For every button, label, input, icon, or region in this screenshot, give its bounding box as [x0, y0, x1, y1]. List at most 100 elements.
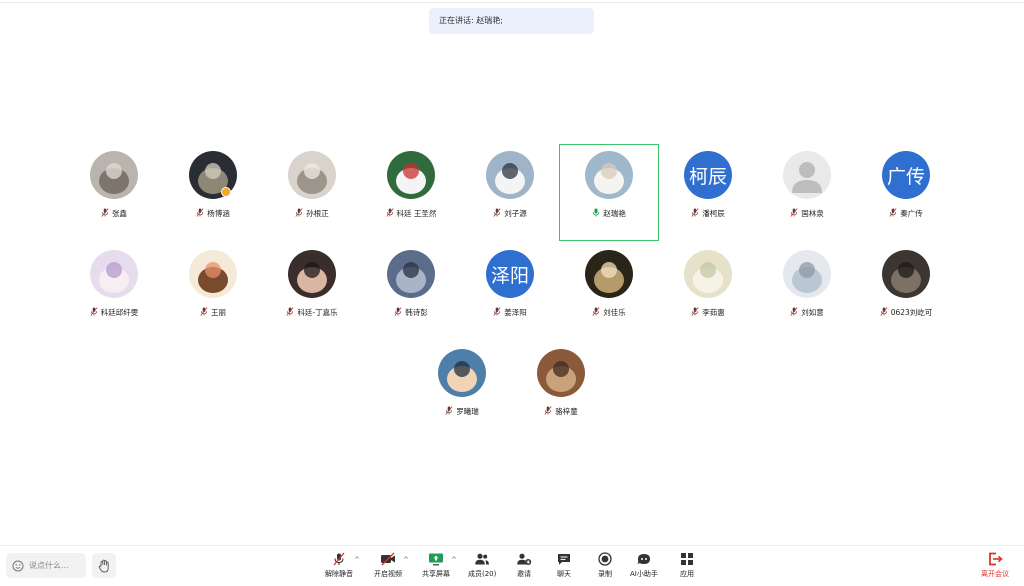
avatar — [585, 151, 633, 199]
participant-tile[interactable]: 王丽 — [163, 244, 263, 344]
participant-name: 李茹惠 — [702, 308, 725, 317]
participant-tile[interactable]: 孙根正 — [262, 145, 362, 245]
participant-name: 赵瑞艳 — [603, 209, 626, 218]
avatar — [537, 349, 585, 397]
participant-name-row: 秦广传 — [889, 208, 923, 219]
mic-muted-icon — [200, 307, 208, 318]
avatar — [486, 151, 534, 199]
participant-tile[interactable]: 罗曦瑞 — [412, 343, 512, 443]
avatar: 柯辰 — [684, 151, 732, 199]
participant-name-row: 国林泉 — [790, 208, 824, 219]
avatar — [387, 250, 435, 298]
participant-tile[interactable]: 韩诗彭 — [361, 244, 461, 344]
participant-name: 杨博涵 — [207, 209, 230, 218]
participant-name: 罗曦瑞 — [456, 407, 479, 416]
record-button[interactable]: 录制 — [597, 552, 613, 582]
participant-tile[interactable]: 科廷-丁嘉乐 — [262, 244, 362, 344]
invite-button[interactable]: 邀请 — [516, 552, 532, 582]
mic-muted-icon — [295, 208, 303, 219]
participant-name-row: 科廷-丁嘉乐 — [286, 307, 338, 318]
avatar — [288, 151, 336, 199]
avatar — [783, 151, 831, 199]
avatar — [387, 151, 435, 199]
avatar — [189, 250, 237, 298]
apps-button[interactable]: 应用 — [679, 552, 695, 582]
mic-off-icon — [331, 552, 347, 566]
participant-tile[interactable]: 科廷 王圣然 — [361, 145, 461, 245]
participant-name-row: 科廷 王圣然 — [385, 208, 437, 219]
participant-name: 科廷 王圣然 — [396, 209, 437, 218]
avatar — [882, 250, 930, 298]
participant-name-row: 李茹惠 — [691, 307, 725, 318]
mic-muted-icon — [445, 406, 453, 417]
participant-name: 秦广传 — [900, 209, 923, 218]
participant-name-row: 0623刘屹可 — [880, 307, 932, 318]
mic-muted-icon — [385, 208, 394, 219]
participant-tile[interactable]: 刘子源 — [460, 145, 560, 245]
participant-grid: 张鑫 杨博涵 孙根正 科廷 王圣然 刘子源 赵瑞艳 柯辰 潘柯辰 国林泉 广传 秦广传 科廷邱纤雯 王丽… — [0, 0, 1024, 540]
participant-name: 刘子源 — [504, 209, 527, 218]
participant-tile[interactable]: 李茹惠 — [658, 244, 758, 344]
participant-name: 科廷-丁嘉乐 — [297, 308, 338, 317]
leave-meeting-button[interactable]: 离开会议 — [981, 552, 1009, 582]
participant-name-row: 刘佳乐 — [592, 307, 626, 318]
participant-tile[interactable]: 柯辰潘柯辰 — [658, 145, 758, 245]
members-icon — [474, 552, 490, 566]
participant-tile[interactable]: 杨博涵 — [163, 145, 263, 245]
participant-name-row: 赵瑞艳 — [592, 208, 626, 219]
share-screen-button[interactable]: 共享屏幕 ^ — [422, 552, 457, 582]
participant-name-row: 王丽 — [200, 307, 226, 318]
participant-tile[interactable]: 广传秦广传 — [856, 145, 956, 245]
participant-tile[interactable]: 国林泉 — [757, 145, 857, 245]
video-options-chevron-icon[interactable]: ^ — [403, 556, 409, 564]
avatar — [90, 250, 138, 298]
participant-name-row: 孙根正 — [295, 208, 329, 219]
share-options-chevron-icon[interactable]: ^ — [451, 556, 457, 564]
emoji-icon[interactable] — [12, 560, 24, 572]
share-screen-icon — [428, 552, 444, 566]
avatar-initials: 泽阳 — [490, 264, 529, 287]
unmute-button[interactable]: 解除静音 ^ — [325, 552, 360, 582]
record-icon — [597, 552, 613, 566]
mic-muted-icon — [196, 208, 204, 219]
avatar — [288, 250, 336, 298]
mic-muted-icon — [90, 307, 98, 318]
ai-assistant-button[interactable]: AI小助手 — [630, 552, 658, 582]
apps-grid-icon — [679, 552, 695, 566]
participant-tile[interactable]: 刘如意 — [757, 244, 857, 344]
participant-tile[interactable]: 刘佳乐 — [559, 244, 659, 344]
participant-name: 国林泉 — [801, 209, 824, 218]
participant-name-row: 骆梓童 — [544, 406, 578, 417]
participant-name-row: 科廷邱纤雯 — [90, 307, 138, 318]
participant-name-row: 刘如意 — [790, 307, 824, 318]
participant-tile[interactable]: 张鑫 — [64, 145, 164, 245]
participant-tile[interactable]: 骆梓童 — [511, 343, 611, 443]
participant-name: 骆梓童 — [555, 407, 578, 416]
unmute-options-chevron-icon[interactable]: ^ — [354, 556, 360, 564]
mic-active-icon — [592, 208, 600, 219]
chat-button[interactable]: 聊天 — [556, 552, 572, 582]
mic-muted-icon — [101, 208, 109, 219]
participant-tile[interactable]: 0623刘屹可 — [856, 244, 956, 344]
members-button[interactable]: 成员(20) — [468, 552, 496, 582]
leave-icon — [987, 552, 1003, 566]
mic-muted-icon — [880, 307, 888, 318]
chat-placeholder: 说点什么... — [29, 561, 69, 570]
avatar — [438, 349, 486, 397]
avatar — [90, 151, 138, 199]
participant-tile[interactable]: 泽阳 姜泽阳 — [460, 244, 560, 344]
participant-name: 潘柯辰 — [702, 209, 725, 218]
avatar-initials: 广传 — [886, 165, 925, 188]
avatar: 广传 — [882, 151, 930, 199]
participant-name: 张鑫 — [112, 209, 127, 218]
mic-muted-icon — [544, 406, 552, 417]
quick-chat-input[interactable]: 说点什么... — [6, 553, 86, 578]
participant-name: 王丽 — [211, 308, 226, 317]
participant-tile[interactable]: 赵瑞艳 — [559, 144, 659, 241]
participant-name: 孙根正 — [306, 209, 329, 218]
participant-tile[interactable]: 科廷邱纤雯 — [64, 244, 164, 344]
raise-hand-button[interactable] — [92, 553, 116, 578]
avatar-initials: 柯辰 — [688, 165, 727, 188]
host-badge-icon — [221, 187, 231, 197]
start-video-button[interactable]: 开启视频 ^ — [374, 552, 409, 582]
